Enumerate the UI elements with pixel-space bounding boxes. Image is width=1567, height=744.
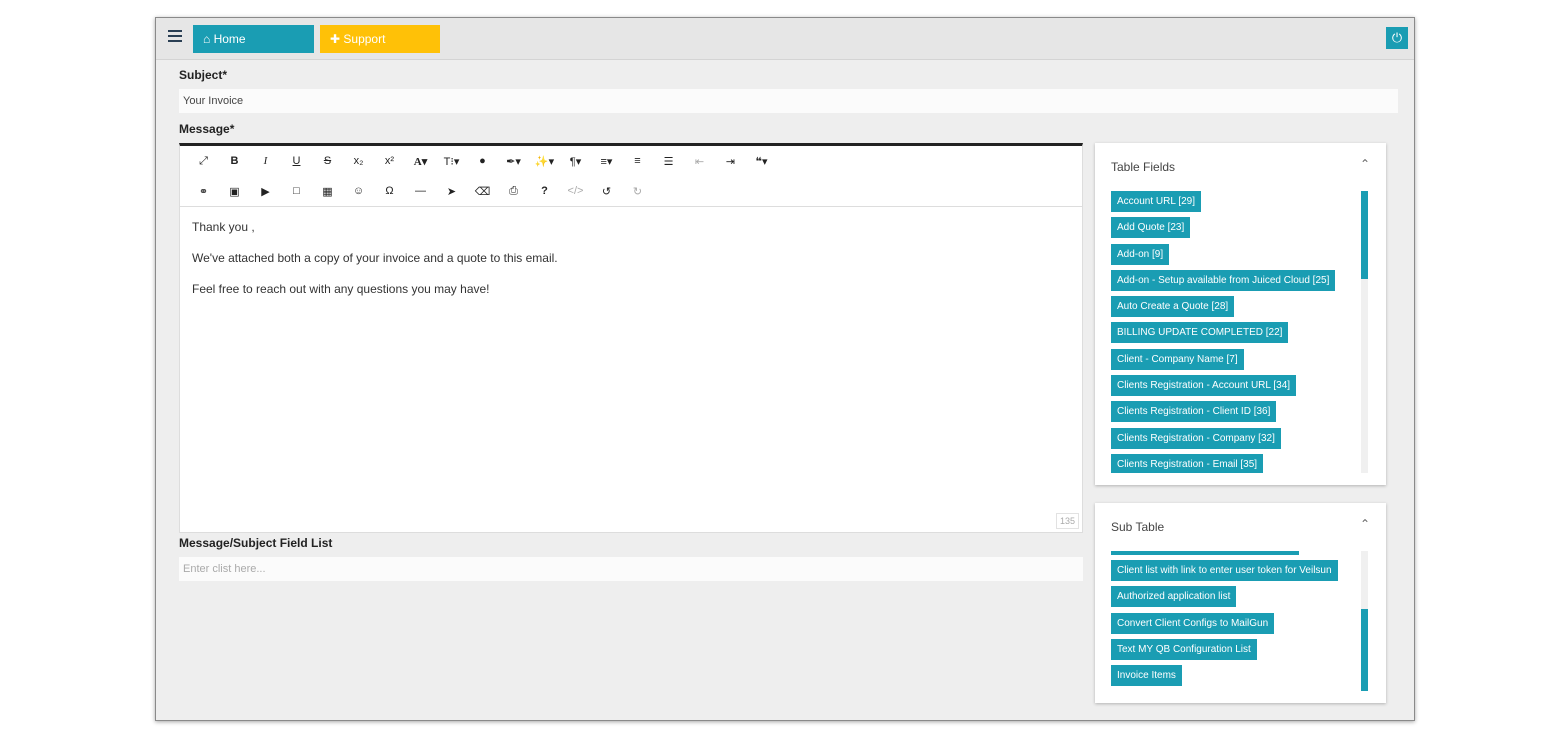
toolbar-row-1: ⤢ B I U S x₂ x² A▾ T⁝▾ ● ✒▾ ✨▾ ¶▾ ≡▾ ≡ ☰…	[188, 146, 1082, 176]
home-button-label: Home	[213, 32, 246, 46]
link-icon[interactable]: ⚭	[188, 179, 219, 203]
table-field-tag[interactable]: Clients Registration - Company [32]	[1111, 427, 1281, 449]
unordered-list-icon[interactable]: ☰	[653, 149, 684, 173]
sub-table-list: Client list with link to enter user toke…	[1111, 551, 1357, 691]
bold-icon[interactable]: B	[219, 149, 250, 173]
video-icon[interactable]: ▶	[250, 179, 281, 203]
power-icon: ⏻	[1391, 30, 1403, 45]
sub-table-panel: Sub Table ⌃ Client list with link to ent…	[1095, 503, 1386, 703]
special-character-icon[interactable]: Ω	[374, 179, 405, 203]
emoticon-icon[interactable]: ☺	[343, 179, 374, 203]
table-fields-panel: Table Fields ⌃ Account URL [29] Add Quot…	[1095, 143, 1386, 485]
ordered-list-icon[interactable]: ≡	[622, 149, 653, 173]
file-icon[interactable]: □	[281, 179, 312, 203]
app-window: ⌂ Home ✚ Support ⏻ Subject* Message* ⤢ B…	[155, 17, 1415, 721]
align-icon[interactable]: ≡▾	[591, 149, 622, 173]
sub-table-tag[interactable]: Client list with link to enter user toke…	[1111, 560, 1338, 581]
paragraph-icon[interactable]: ¶▾	[560, 149, 591, 173]
underline-icon[interactable]: U	[281, 149, 312, 173]
undo-icon[interactable]: ↺	[591, 179, 622, 203]
quote-icon[interactable]: ❝▾	[746, 149, 777, 173]
table-fields-scrollbar[interactable]	[1361, 191, 1368, 473]
sub-table-title: Sub Table	[1111, 520, 1165, 534]
support-button-label: Support	[343, 32, 386, 46]
editor-content[interactable]: Thank you , We've attached both a copy o…	[180, 207, 1082, 326]
brush-icon[interactable]: ✒▾	[498, 149, 529, 173]
superscript-icon[interactable]: x²	[374, 149, 405, 173]
strikethrough-icon[interactable]: S	[312, 149, 343, 173]
table-field-tag[interactable]: BILLING UPDATE COMPLETED [22]	[1111, 322, 1289, 344]
help-icon[interactable]: ?	[529, 179, 560, 203]
color-drop-icon[interactable]: ●	[467, 149, 498, 173]
table-field-tag[interactable]: Client - Company Name [7]	[1111, 348, 1244, 370]
hamburger-menu-icon[interactable]	[168, 30, 182, 44]
print-icon[interactable]: ⎙	[498, 179, 529, 203]
table-field-tag[interactable]: Auto Create a Quote [28]	[1111, 296, 1235, 318]
sub-table-tag[interactable]: Authorized application list	[1111, 586, 1237, 608]
table-icon[interactable]: ▦	[312, 179, 343, 203]
message-line-2: We've attached both a copy of your invoi…	[192, 251, 558, 265]
redo-icon[interactable]: ↻	[622, 179, 653, 203]
select-all-icon[interactable]: ➤	[436, 179, 467, 203]
font-family-icon[interactable]: A▾	[405, 149, 436, 173]
sub-table-tag[interactable]: Convert Client Configs to MailGun	[1111, 612, 1275, 634]
home-button[interactable]: ⌂ Home	[193, 25, 314, 53]
font-size-icon[interactable]: T⁝▾	[436, 149, 467, 173]
table-field-tag[interactable]: Clients Registration - Client ID [36]	[1111, 401, 1277, 423]
table-fields-title: Table Fields	[1111, 160, 1176, 174]
sub-table-tag[interactable]: Text MY QB Configuration List	[1111, 638, 1257, 660]
sub-table-scrollbar[interactable]	[1361, 551, 1368, 691]
code-view-icon[interactable]: </>	[560, 179, 591, 203]
message-line-3: Feel free to reach out with any question…	[192, 282, 490, 296]
toolbar-row-2: ⚭ ▣ ▶ □ ▦ ☺ Ω — ➤ ⌫ ⎙ ? </> ↺ ↻	[188, 176, 1082, 206]
support-button[interactable]: ✚ Support	[320, 25, 440, 53]
table-field-tag[interactable]: Clients Registration - Email [35]	[1111, 453, 1264, 473]
outdent-icon[interactable]: ⇤	[684, 149, 715, 173]
indent-icon[interactable]: ⇥	[715, 149, 746, 173]
horizontal-line-icon[interactable]: —	[405, 179, 436, 203]
subject-label: Subject*	[179, 68, 228, 82]
editor-toolbar: ⤢ B I U S x₂ x² A▾ T⁝▾ ● ✒▾ ✨▾ ¶▾ ≡▾ ≡ ☰…	[180, 146, 1082, 207]
support-icon: ✚	[330, 32, 341, 46]
magic-icon[interactable]: ✨▾	[529, 149, 560, 173]
table-field-tag[interactable]: Add-on - Setup available from Juiced Clo…	[1111, 269, 1336, 291]
sub-table-scroll-thumb[interactable]	[1361, 609, 1368, 691]
character-counter: 135	[1055, 513, 1079, 529]
eraser-icon[interactable]: ⌫	[467, 179, 498, 203]
message-line-1: Thank you ,	[192, 220, 255, 234]
image-icon[interactable]: ▣	[219, 179, 250, 203]
chevron-up-icon[interactable]: ⌃	[1360, 517, 1370, 531]
field-list-label: Message/Subject Field List	[179, 536, 333, 550]
table-field-tag[interactable]: Clients Registration - Account URL [34]	[1111, 375, 1297, 397]
italic-icon[interactable]: I	[250, 149, 281, 173]
power-button[interactable]: ⏻	[1386, 27, 1408, 49]
subject-input[interactable]	[179, 89, 1398, 113]
field-list-input[interactable]	[179, 557, 1083, 581]
home-icon: ⌂	[203, 32, 211, 46]
table-fields-list: Account URL [29] Add Quote [23] Add-on […	[1111, 191, 1357, 473]
table-field-tag[interactable]: Account URL [29]	[1111, 191, 1202, 212]
sub-table-tag[interactable]: Invoice Items	[1111, 665, 1182, 687]
table-fields-scroll-thumb[interactable]	[1361, 191, 1368, 279]
subscript-icon[interactable]: x₂	[343, 149, 374, 173]
sub-table-tag-partial	[1111, 551, 1299, 555]
table-field-tag[interactable]: Add-on [9]	[1111, 243, 1170, 265]
top-navbar: ⌂ Home ✚ Support ⏻	[156, 18, 1414, 60]
message-editor: ⤢ B I U S x₂ x² A▾ T⁝▾ ● ✒▾ ✨▾ ¶▾ ≡▾ ≡ ☰…	[179, 143, 1083, 533]
table-field-tag[interactable]: Add Quote [23]	[1111, 217, 1191, 239]
message-label: Message*	[179, 122, 235, 136]
fullscreen-icon[interactable]: ⤢	[188, 149, 219, 173]
chevron-up-icon[interactable]: ⌃	[1360, 157, 1370, 171]
